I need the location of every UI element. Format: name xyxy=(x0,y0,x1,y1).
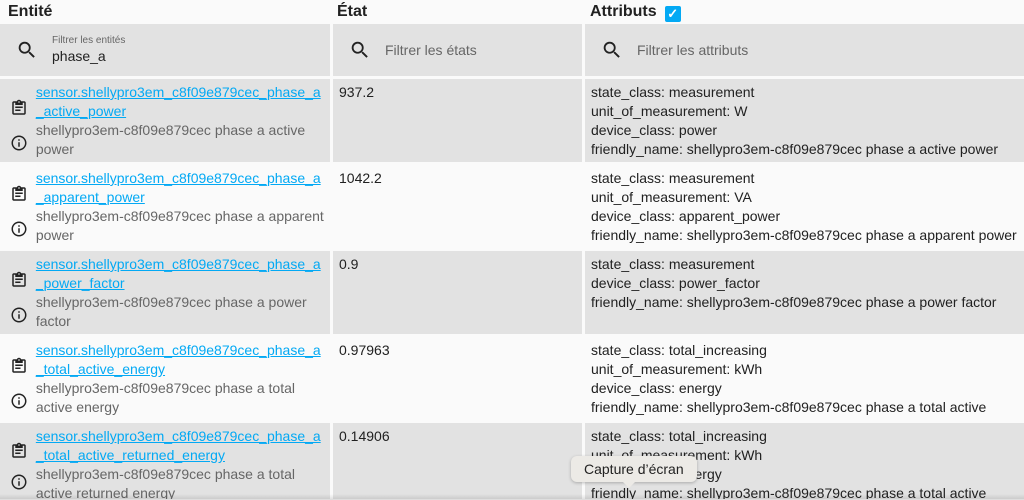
state-cell: 0.9 xyxy=(333,251,582,334)
attribute-line: device_class: power xyxy=(591,122,718,138)
attribute-line: unit_of_measurement: kWh xyxy=(591,361,763,377)
attributes-filter-placeholder: Filtrer les attributs xyxy=(637,42,749,58)
attributes-cell: state_class: total_increasing unit_of_mea… xyxy=(585,337,1024,434)
entity-friendly-name: shellypro3em-c8f09e879cec phase a total … xyxy=(35,380,295,415)
attribute-line: state_class: measurement xyxy=(591,170,755,186)
attribute-line: device_class: apparent_power xyxy=(591,208,781,224)
attribute-line: state_class: total_increasing xyxy=(591,428,767,444)
bottom-shadow xyxy=(0,494,1024,500)
state-filter-placeholder: Filtrer les états xyxy=(385,42,477,58)
info-icon[interactable] xyxy=(10,473,28,491)
attributes-checkbox[interactable]: ✓ xyxy=(664,6,681,22)
entity-cell: sensor.shellypro3em_c8f09e879cec_phase_a… xyxy=(0,79,330,162)
attribute-line: state_class: measurement xyxy=(591,84,755,100)
attribute-line: friendly_name: shellypro3em-c8f09e879cec… xyxy=(591,141,999,157)
attributes-filter-input[interactable]: Filtrer les attributs xyxy=(585,24,1024,76)
states-table: Filtrer les entités phase_a Filtrer les é… xyxy=(0,24,1024,499)
state-column-header: État xyxy=(337,3,368,20)
attribute-line: unit_of_measurement: VA xyxy=(591,189,752,205)
entity-friendly-name: shellypro3em-c8f09e879cec phase a appare… xyxy=(35,208,324,243)
state-cell: 0.14906 xyxy=(333,423,582,499)
search-icon xyxy=(18,41,35,58)
entity-cell: sensor.shellypro3em_c8f09e879cec_phase_a… xyxy=(0,337,330,420)
entity-filter-label: Filtrer les entités xyxy=(52,35,126,46)
entity-filter-input[interactable]: Filtrer les entités phase_a xyxy=(0,24,330,76)
state-cell: 1042.2 xyxy=(333,165,582,248)
screenshot-tooltip: Capture d’écran xyxy=(571,456,697,488)
state-cell: 937.2 xyxy=(333,79,582,162)
attributes-column-header: Attributs ✓ xyxy=(590,0,681,24)
entity-link[interactable]: sensor.shellypro3em_c8f09e879cec_phase_a… xyxy=(36,84,321,119)
clipboard-icon[interactable] xyxy=(10,185,28,203)
clipboard-icon[interactable] xyxy=(10,442,28,460)
attributes-cell: state_class: measurement device_class: po… xyxy=(585,251,1024,334)
info-icon[interactable] xyxy=(10,220,28,238)
info-icon[interactable] xyxy=(10,392,28,410)
state-filter-input[interactable]: Filtrer les états xyxy=(333,24,582,76)
entity-link[interactable]: sensor.shellypro3em_c8f09e879cec_phase_a… xyxy=(36,342,321,377)
entity-link[interactable]: sensor.shellypro3em_c8f09e879cec_phase_a… xyxy=(36,256,321,291)
entity-link[interactable]: sensor.shellypro3em_c8f09e879cec_phase_a… xyxy=(36,428,321,463)
info-icon[interactable] xyxy=(10,306,28,324)
clipboard-icon[interactable] xyxy=(10,99,28,117)
attribute-line: device_class: power_factor xyxy=(591,275,760,291)
attribute-line: unit_of_measurement: W xyxy=(591,103,748,119)
search-icon xyxy=(351,41,368,58)
clipboard-icon[interactable] xyxy=(10,357,28,375)
entity-cell: sensor.shellypro3em_c8f09e879cec_phase_a… xyxy=(0,423,330,499)
entity-column-header: Entité xyxy=(8,3,53,20)
attribute-line: friendly_name: shellypro3em-c8f09e879cec… xyxy=(591,294,997,310)
entity-link[interactable]: sensor.shellypro3em_c8f09e879cec_phase_a… xyxy=(36,170,321,205)
clipboard-icon[interactable] xyxy=(10,271,28,289)
entity-cell: sensor.shellypro3em_c8f09e879cec_phase_a… xyxy=(0,251,330,334)
entity-cell: sensor.shellypro3em_c8f09e879cec_phase_a… xyxy=(0,165,330,248)
state-cell: 0.97963 xyxy=(333,337,582,420)
entity-friendly-name: shellypro3em-c8f09e879cec phase a active… xyxy=(35,122,306,157)
info-icon[interactable] xyxy=(10,134,28,152)
attributes-cell: state_class: measurement unit_of_measurem… xyxy=(585,79,1024,162)
attribute-line: friendly_name: shellypro3em-c8f09e879cec… xyxy=(591,227,1017,243)
attribute-line: state_class: measurement xyxy=(591,256,755,272)
search-icon xyxy=(603,41,620,58)
attribute-line: device_class: energy xyxy=(591,380,722,396)
entity-friendly-name: shellypro3em-c8f09e879cec phase a power … xyxy=(35,294,307,329)
entity-filter-value: phase_a xyxy=(52,48,106,64)
attribute-line: state_class: total_increasing xyxy=(591,342,767,358)
attributes-label: Attributs xyxy=(590,3,657,20)
attributes-cell: state_class: measurement unit_of_measurem… xyxy=(585,165,1024,248)
